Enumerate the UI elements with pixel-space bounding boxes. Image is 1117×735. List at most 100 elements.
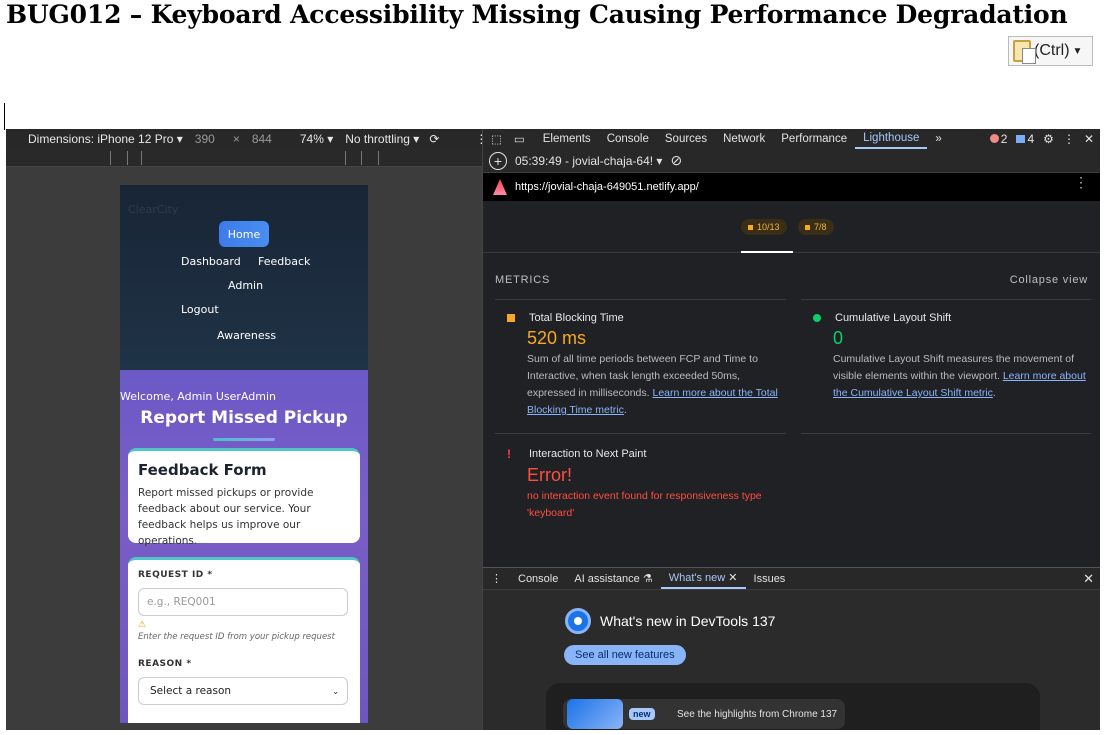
- report-select[interactable]: 05:39:49 - jovial-chaja-64! ▾: [515, 154, 662, 168]
- tab-console[interactable]: Console: [599, 129, 657, 149]
- feedback-info-card: Feedback Form Report missed pickups or p…: [128, 448, 360, 547]
- device-toggle-icon[interactable]: ▭: [510, 129, 529, 149]
- clipboard-icon: [1013, 40, 1036, 64]
- new-report-icon[interactable]: +: [489, 151, 507, 170]
- metric-value: Error!: [527, 465, 572, 485]
- metric-description: Cumulative Layout Shift measures the mov…: [833, 353, 1086, 399]
- message-icon: [1016, 135, 1026, 143]
- flask-icon: ⚗: [642, 573, 653, 585]
- error-icon: [989, 134, 999, 143]
- paste-options-button[interactable]: (Ctrl) ▼: [1008, 36, 1093, 66]
- device-toolbar: Dimensions: iPhone 12 Pro ▾ 390 × 844 74…: [6, 129, 487, 149]
- chrome-devtools-icon: [565, 608, 591, 634]
- report-menu-icon[interactable]: ⋮: [1074, 175, 1088, 189]
- nav-home[interactable]: Home: [219, 221, 269, 247]
- nav-awareness[interactable]: Awareness: [217, 329, 276, 342]
- throttle-select[interactable]: No throttling ▾: [345, 132, 419, 146]
- lighthouse-toolbar: + 05:39:49 - jovial-chaja-64! ▾ ⊘: [483, 149, 1100, 173]
- highlights-item[interactable]: new See the highlights from Chrome 137: [563, 699, 845, 729]
- times-sign: ×: [232, 132, 240, 146]
- document-title: BUG012 – Keyboard Accessibility Missing …: [6, 0, 1068, 29]
- drawer-menu-icon[interactable]: ⋮: [483, 569, 510, 589]
- see-all-features-button[interactable]: See all new features: [564, 645, 686, 665]
- more-tabs-icon[interactable]: »: [927, 129, 949, 149]
- tab-elements[interactable]: Elements: [535, 129, 599, 149]
- divider: [495, 433, 786, 434]
- lighthouse-icon: [493, 179, 507, 195]
- highlights-text: See the highlights from Chrome 137: [677, 708, 838, 720]
- feedback-form: REQUEST ID * e.g., REQ001 ⚠ Enter the re…: [128, 557, 360, 723]
- reason-label: REASON *: [138, 659, 192, 669]
- metric-error-description: no interaction event found for responsiv…: [527, 490, 762, 519]
- metric-name: Cumulative Layout Shift: [835, 312, 952, 324]
- pass-score-icon: [813, 314, 821, 322]
- width-input[interactable]: 390: [195, 132, 215, 146]
- divider: [495, 299, 786, 300]
- nav-feedback[interactable]: Feedback: [258, 255, 310, 268]
- tab-performance[interactable]: Performance: [773, 129, 855, 149]
- settings-icon[interactable]: ⚙: [1043, 132, 1054, 146]
- customize-icon[interactable]: ⋮: [1063, 132, 1075, 146]
- nav-dashboard[interactable]: Dashboard: [181, 255, 241, 268]
- tab-sources[interactable]: Sources: [657, 129, 715, 149]
- nav-admin[interactable]: Admin: [228, 279, 263, 292]
- zoom-select[interactable]: 74% ▾: [300, 132, 333, 146]
- devtools-panel: ⬚ ▭ Elements Console Sources Network Per…: [482, 129, 1100, 730]
- pill-active-indicator: [741, 251, 793, 253]
- highlights-thumbnail: [567, 699, 623, 729]
- device-viewport: ClearCity Home Dashboard Feedback Admin …: [120, 185, 368, 723]
- metric-value: 520 ms: [527, 328, 587, 348]
- metric-cls: Cumulative Layout Shift 0 Cumulative Lay…: [801, 312, 1091, 402]
- tab-network[interactable]: Network: [715, 129, 773, 149]
- clear-icon[interactable]: ⊘: [670, 152, 682, 169]
- pill-score-1[interactable]: 10/13: [741, 219, 787, 235]
- metric-tbt: Total Blocking Time 520 ms Sum of all ti…: [495, 312, 785, 419]
- collapse-view-button[interactable]: Collapse view: [1010, 274, 1088, 286]
- app-content: Welcome, Admin UserAdmin Report Missed P…: [120, 370, 368, 723]
- pill-score-2[interactable]: 7/8: [798, 219, 834, 235]
- message-counter[interactable]: 4: [1016, 132, 1034, 146]
- page-title: Report Missed Pickup: [140, 408, 348, 428]
- inspect-icon[interactable]: ⬚: [483, 129, 510, 149]
- title-underline: [213, 438, 275, 441]
- score-pills: 10/13 7/8: [483, 201, 1100, 253]
- metric-inp: ! Interaction to Next Paint Error! no int…: [495, 447, 785, 522]
- app-brand: ClearCity: [128, 203, 179, 216]
- devtools-status: 2 4 ⚙ ⋮ ✕: [989, 129, 1094, 149]
- error-counter[interactable]: 2: [989, 132, 1007, 146]
- tab-lighthouse[interactable]: Lighthouse: [855, 129, 928, 149]
- metric-name: Interaction to Next Paint: [529, 448, 647, 460]
- card-text: Report missed pickups or provide feedbac…: [138, 487, 314, 547]
- drawer-tab-issues[interactable]: Issues: [746, 569, 794, 589]
- rotate-icon[interactable]: ⟳: [429, 132, 439, 146]
- new-badge: new: [629, 708, 655, 720]
- drawer-tab-whats-new[interactable]: What's new ✕: [660, 569, 746, 589]
- warning-icon: ⚠: [138, 620, 147, 630]
- drawer-tabbar: ⋮ Console AI assistance ⚗ What's new ✕ I…: [483, 568, 1100, 590]
- pill-square-icon: [748, 224, 753, 230]
- highlights-card: new See the highlights from Chrome 137: [546, 683, 1040, 730]
- drawer-tab-ai-assistance[interactable]: AI assistance ⚗: [566, 569, 660, 589]
- devtools-drawer: ⋮ Console AI assistance ⚗ What's new ✕ I…: [483, 567, 1100, 730]
- error-exclamation-icon: !: [507, 447, 511, 461]
- report-url[interactable]: https://jovial-chaja-649051.netlify.app/: [515, 181, 699, 193]
- device-select[interactable]: Dimensions: iPhone 12 Pro ▾: [28, 132, 183, 146]
- request-id-hint: Enter the request ID from your pickup re…: [138, 632, 335, 642]
- metrics-header: METRICS Collapse view: [495, 274, 1088, 286]
- divider: [801, 299, 1091, 300]
- nav-logout[interactable]: Logout: [181, 303, 219, 316]
- close-drawer-icon[interactable]: ✕: [1083, 571, 1094, 587]
- metrics-label: METRICS: [495, 274, 551, 286]
- reason-select[interactable]: Select a reason ⌄: [138, 677, 348, 705]
- pill-square-icon: [805, 224, 810, 230]
- app-navbar: ClearCity Home Dashboard Feedback Admin …: [120, 185, 368, 370]
- request-id-input[interactable]: e.g., REQ001: [138, 588, 348, 616]
- close-icon[interactable]: ✕: [1084, 132, 1094, 146]
- report-url-bar: https://jovial-chaja-649051.netlify.app/…: [483, 173, 1100, 201]
- paste-options-label: (Ctrl): [1034, 42, 1070, 59]
- device-pane: Dimensions: iPhone 12 Pro ▾ 390 × 844 74…: [6, 129, 487, 730]
- close-tab-icon[interactable]: ✕: [728, 571, 737, 584]
- height-input[interactable]: 844: [252, 132, 272, 146]
- chevron-down-icon: ⌄: [332, 686, 339, 696]
- drawer-tab-console[interactable]: Console: [510, 569, 566, 589]
